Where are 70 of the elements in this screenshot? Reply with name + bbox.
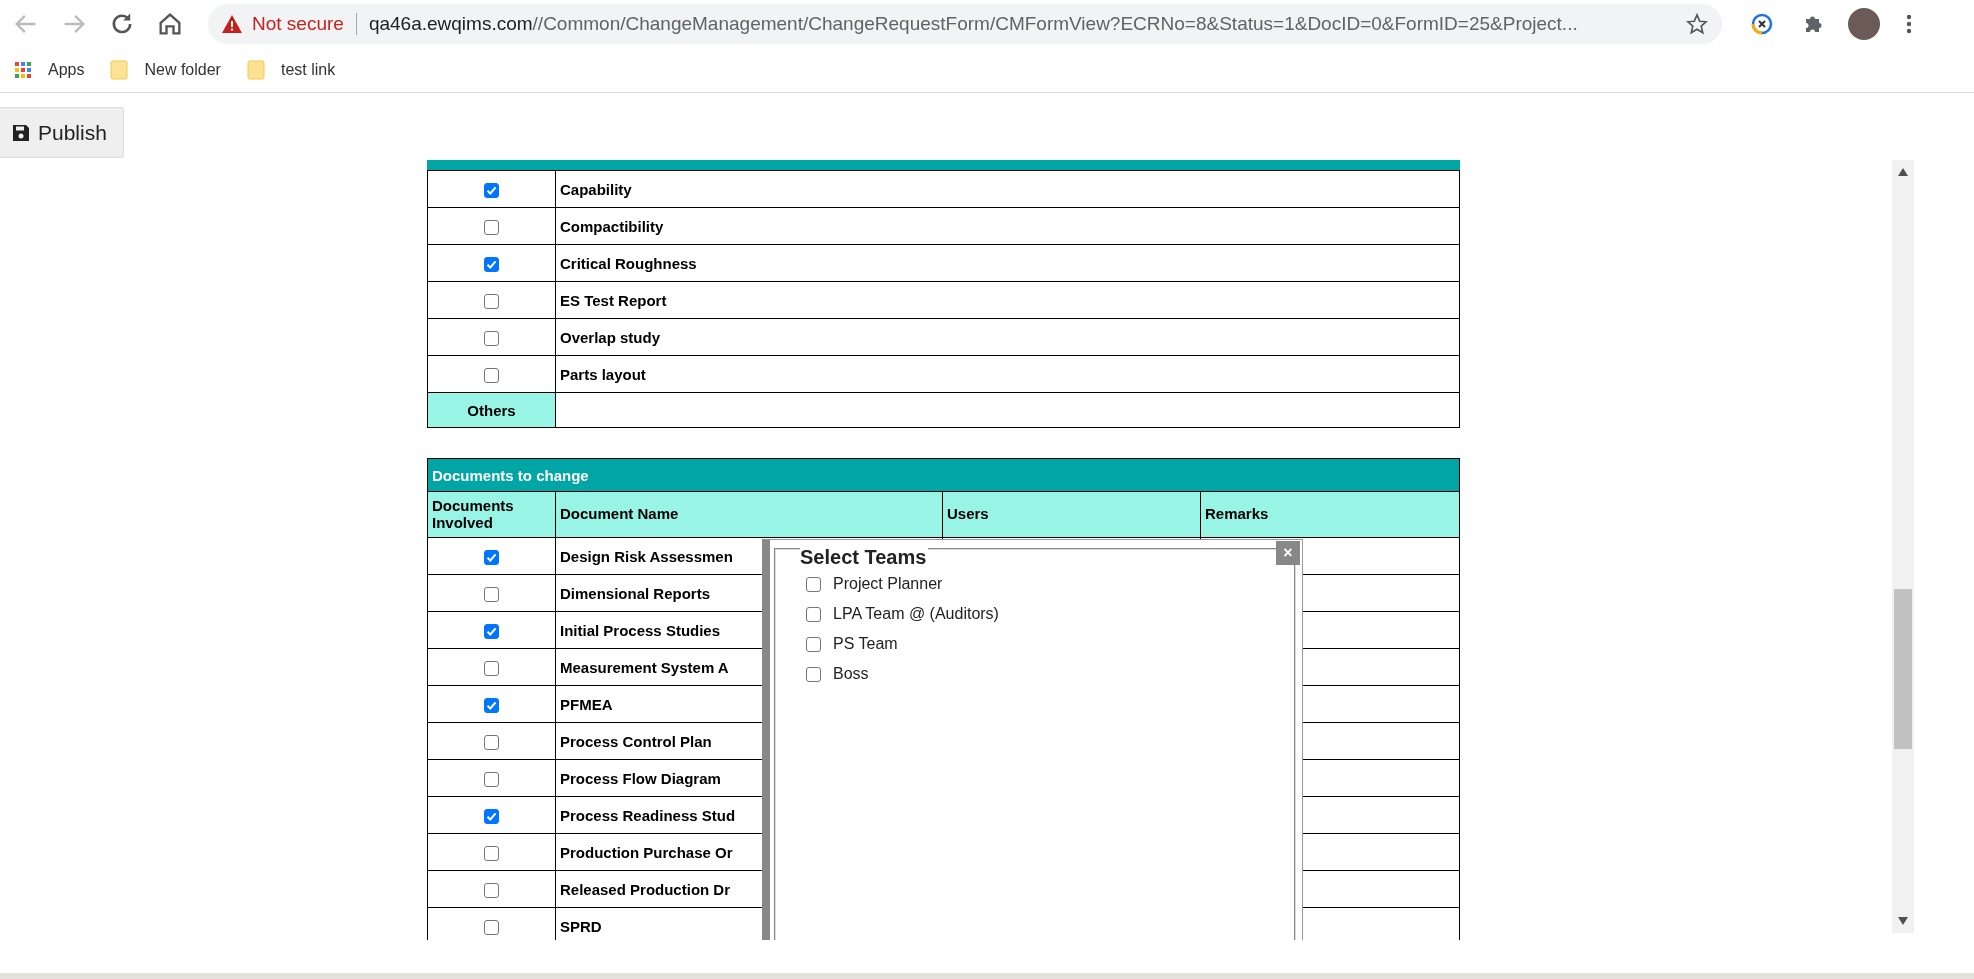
checkbox[interactable] [484, 697, 499, 713]
extension-icon[interactable] [1750, 12, 1774, 36]
item-label: Compactibility [560, 217, 664, 235]
item-label: Capability [560, 180, 632, 198]
document-name: Design Risk Assessmen [560, 547, 733, 565]
checkbox[interactable] [484, 219, 499, 235]
url-path: //Common/ChangeManagement/ChangeRequestForm/CMFormView?ECRNo=8&Status=1&DocID=0&FormID=25&Project... [532, 13, 1578, 35]
checkbox[interactable] [484, 586, 499, 602]
document-name: Process Control Plan [560, 732, 712, 750]
folder-icon [246, 60, 265, 80]
checkbox[interactable] [484, 734, 499, 750]
item-label: Critical Roughness [560, 254, 697, 272]
checkbox[interactable] [484, 256, 499, 272]
document-name: Process Flow Diagram [560, 769, 721, 787]
bookmark[interactable]: Apps [14, 60, 85, 80]
team-label: Project Planner [833, 575, 943, 593]
avatar[interactable] [1848, 8, 1880, 40]
document-name: Process Readiness Stud [560, 806, 736, 824]
bookmark[interactable]: New folder [110, 60, 221, 80]
item-label: ES Test Report [560, 291, 667, 309]
checkbox[interactable] [484, 623, 499, 639]
checkbox[interactable] [484, 330, 499, 346]
checkbox[interactable] [806, 606, 821, 622]
checkbox[interactable] [484, 293, 499, 309]
checkbox[interactable] [484, 919, 499, 935]
team-label: LPA Team @ (Auditors) [833, 605, 999, 623]
checkbox[interactable] [484, 660, 499, 676]
folder-icon [110, 60, 129, 80]
warning-icon [222, 15, 242, 33]
save-icon [12, 123, 30, 142]
checkbox[interactable] [484, 882, 499, 898]
checkbox[interactable] [484, 808, 499, 824]
document-name: Released Production Dr [560, 880, 731, 898]
address-bar[interactable]: Not secure qa46a.ewqims.com//Common/ChangeManagement/ChangeRequestForm/CMFormView?ECRNo=8&Status=1&DocID=0&FormID=25&Project... [208, 4, 1722, 44]
column-header: Document Name [555, 491, 943, 538]
url-host: qa46a.ewqims.com [368, 13, 533, 35]
close-button[interactable]: × [1276, 541, 1300, 565]
document-name: Measurement System A [560, 658, 729, 676]
column-header: Documents Involved [427, 491, 556, 538]
section-title: Documents to change [427, 458, 1460, 492]
publish-button[interactable]: Publish [0, 107, 124, 158]
scroll-down-icon[interactable] [1898, 917, 1908, 925]
security-label: Not secure [252, 13, 344, 35]
bookmark[interactable]: test link [246, 60, 336, 80]
team-label: PS Team [833, 635, 898, 653]
document-name: SPRD [560, 917, 602, 935]
checkbox[interactable] [806, 636, 821, 652]
document-name: Dimensional Reports [560, 584, 711, 602]
column-header: Remarks [1200, 491, 1460, 538]
checkbox[interactable] [484, 182, 499, 198]
item-label: Parts layout [560, 365, 646, 383]
checkbox[interactable] [806, 576, 821, 592]
menu-icon[interactable] [1906, 14, 1912, 34]
apps-grid-icon [14, 60, 32, 80]
scrollbar-thumb[interactable] [1894, 589, 1912, 749]
star-icon[interactable] [1686, 13, 1708, 35]
scroll-up-icon[interactable] [1898, 168, 1908, 176]
checkbox[interactable] [484, 367, 499, 383]
checkbox[interactable] [806, 666, 821, 682]
document-name: Initial Process Studies [560, 621, 721, 639]
others-label: Others [427, 392, 556, 428]
checkbox[interactable] [484, 549, 499, 565]
document-name: PFMEA [560, 695, 613, 713]
checkbox[interactable] [484, 771, 499, 787]
document-name: Production Purchase Or [560, 843, 733, 861]
column-header: Users [942, 491, 1201, 538]
scrollbar-track[interactable] [1892, 160, 1914, 933]
checkbox[interactable] [484, 845, 499, 861]
team-label: Boss [833, 665, 869, 683]
item-label: Overlap study [560, 328, 661, 346]
